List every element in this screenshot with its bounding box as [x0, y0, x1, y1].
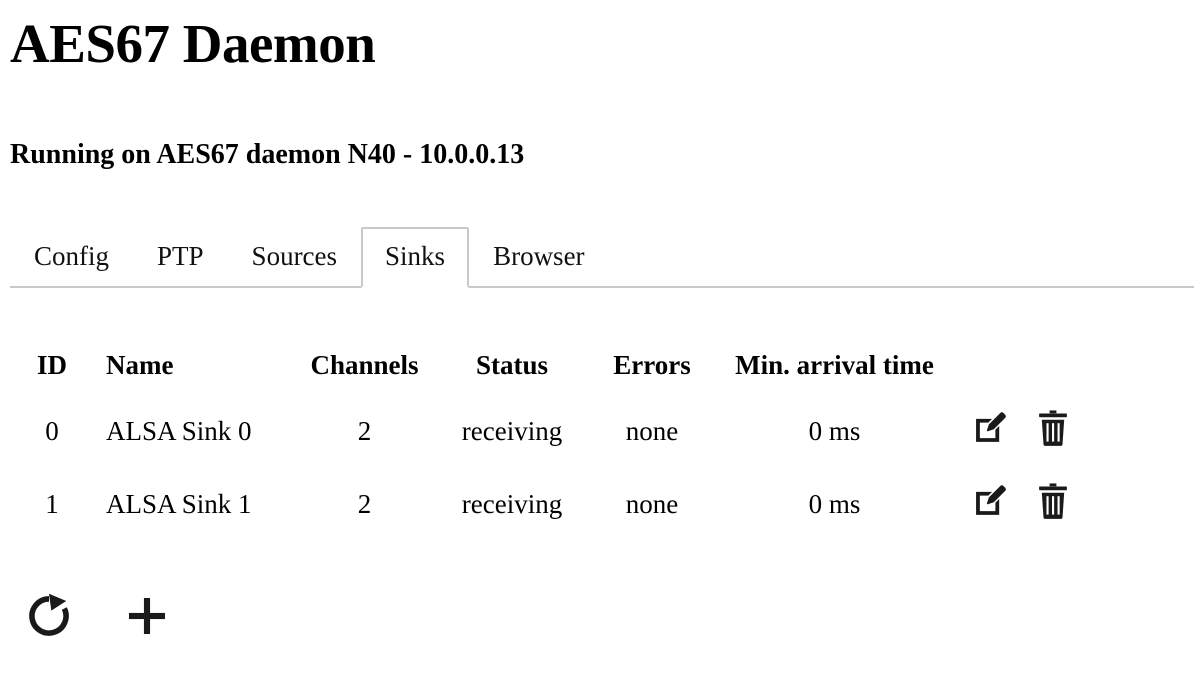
trash-icon	[1036, 409, 1070, 447]
action-bar	[26, 592, 170, 640]
cell-errors: none	[625, 416, 679, 446]
cell-id: 0	[45, 416, 59, 446]
tab-sources[interactable]: Sources	[228, 227, 361, 288]
column-header-delete	[1022, 340, 1084, 395]
cell-min-arrival-time: 0 ms	[808, 416, 861, 446]
table-row: 0 ALSA Sink 0 2 receiving none 0 ms	[22, 395, 1084, 468]
sinks-table: ID Name Channels Status Errors Min. arri…	[22, 340, 1084, 541]
cell-name: ALSA Sink 1	[106, 489, 252, 519]
edit-pencil-square-icon	[971, 482, 1009, 520]
tab-ptp[interactable]: PTP	[133, 227, 228, 288]
delete-sink-button[interactable]	[1036, 409, 1070, 447]
cell-min-arrival-time: 0 ms	[808, 489, 861, 519]
cell-status: receiving	[461, 489, 563, 519]
column-header-errors: Errors	[613, 350, 691, 380]
cell-channels: 2	[357, 416, 372, 446]
column-header-edit	[957, 340, 1022, 395]
plus-icon	[124, 592, 170, 640]
cell-edit	[957, 468, 1022, 541]
trash-icon	[1036, 482, 1070, 520]
refresh-button[interactable]	[26, 592, 72, 640]
page-subtitle: Running on AES67 daemon N40 - 10.0.0.13	[10, 139, 525, 170]
add-sink-button[interactable]	[124, 592, 170, 640]
table-header-row: ID Name Channels Status Errors Min. arri…	[22, 340, 1084, 395]
tab-config[interactable]: Config	[10, 227, 133, 288]
table-header: ID Name Channels Status Errors Min. arri…	[22, 340, 1084, 395]
table-row: 1 ALSA Sink 1 2 receiving none 0 ms	[22, 468, 1084, 541]
table-body: 0 ALSA Sink 0 2 receiving none 0 ms 1 ALSA Sink…	[22, 395, 1084, 541]
cell-edit	[957, 395, 1022, 468]
cell-errors: none	[625, 489, 679, 519]
page-title: AES67 Daemon	[10, 13, 376, 74]
delete-sink-button[interactable]	[1036, 482, 1070, 520]
aes67-daemon-page: AES67 Daemon Running on AES67 daemon N40…	[0, 0, 1194, 696]
column-header-name: Name	[106, 350, 174, 380]
column-header-min-arrival-time: Min. arrival time	[735, 350, 934, 380]
column-header-status: Status	[475, 350, 549, 380]
tab-browser[interactable]: Browser	[469, 227, 608, 288]
cell-channels: 2	[357, 489, 372, 519]
cell-delete	[1022, 468, 1084, 541]
cell-delete	[1022, 395, 1084, 468]
cell-id: 1	[45, 489, 59, 519]
tab-sinks[interactable]: Sinks	[361, 227, 470, 288]
cell-status: receiving	[461, 416, 563, 446]
column-header-channels: Channels	[310, 350, 419, 380]
edit-sink-button[interactable]	[971, 409, 1009, 447]
edit-sink-button[interactable]	[971, 482, 1009, 520]
cell-name: ALSA Sink 0	[106, 416, 252, 446]
tab-bar: Config PTP Sources Sinks Browser	[10, 222, 1194, 288]
column-header-id: ID	[36, 350, 67, 380]
refresh-icon	[26, 592, 72, 640]
edit-pencil-square-icon	[971, 409, 1009, 447]
